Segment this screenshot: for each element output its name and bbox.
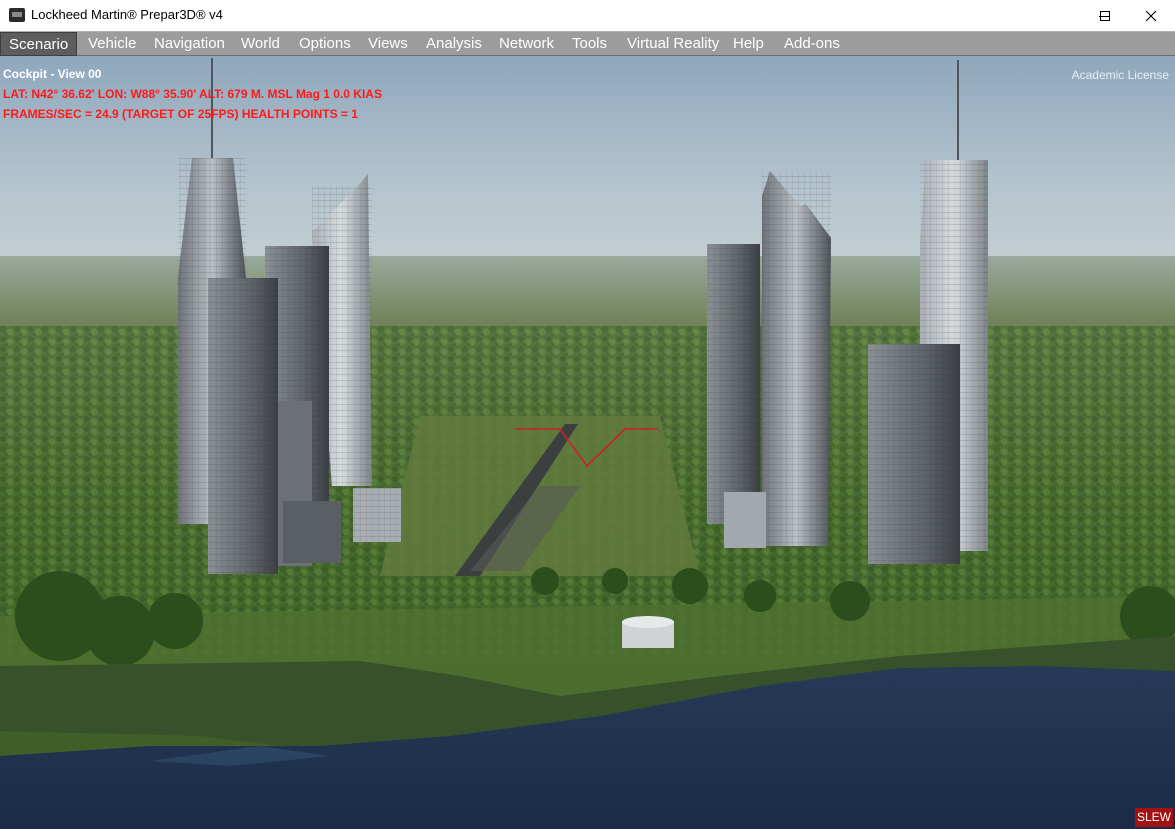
menu-network[interactable]: Network bbox=[491, 32, 562, 56]
position-readout: LAT: N42° 36.62' LON: W88° 35.90' ALT: 6… bbox=[3, 87, 382, 101]
menu-help[interactable]: Help bbox=[725, 32, 772, 56]
menu-world[interactable]: World bbox=[233, 32, 288, 56]
menu-navigation[interactable]: Navigation bbox=[146, 32, 233, 56]
p3d-app-icon[interactable] bbox=[9, 8, 25, 22]
close-icon bbox=[1145, 10, 1157, 21]
menu-views[interactable]: Views bbox=[360, 32, 416, 56]
menu-options[interactable]: Options bbox=[291, 32, 359, 56]
menu-vehicle[interactable]: Vehicle bbox=[80, 32, 144, 56]
license-label: Academic License bbox=[1071, 68, 1169, 82]
maximize-button[interactable] bbox=[1082, 0, 1128, 31]
slew-indicator: SLEW bbox=[1135, 808, 1173, 827]
menu-bar: Scenario Vehicle Navigation World Option… bbox=[0, 31, 1175, 56]
scenery-render bbox=[0, 56, 1175, 829]
maximize-icon bbox=[1100, 10, 1110, 21]
menu-tools[interactable]: Tools bbox=[564, 32, 615, 56]
window-title: Lockheed Martin® Prepar3D® v4 bbox=[31, 7, 223, 22]
view-title: Cockpit - View 00 bbox=[3, 67, 102, 81]
menu-analysis[interactable]: Analysis bbox=[418, 32, 490, 56]
framerate-readout: FRAMES/SEC = 24.9 (TARGET OF 25FPS) HEAL… bbox=[3, 107, 358, 121]
close-button[interactable] bbox=[1128, 0, 1174, 31]
menu-add-ons[interactable]: Add-ons bbox=[776, 32, 848, 56]
title-bar: Lockheed Martin® Prepar3D® v4 bbox=[0, 0, 1175, 31]
menu-virtual-reality[interactable]: Virtual Reality bbox=[619, 32, 727, 56]
sim-viewport[interactable]: Cockpit - View 00 LAT: N42° 36.62' LON: … bbox=[0, 56, 1175, 829]
menu-scenario[interactable]: Scenario bbox=[0, 32, 77, 56]
